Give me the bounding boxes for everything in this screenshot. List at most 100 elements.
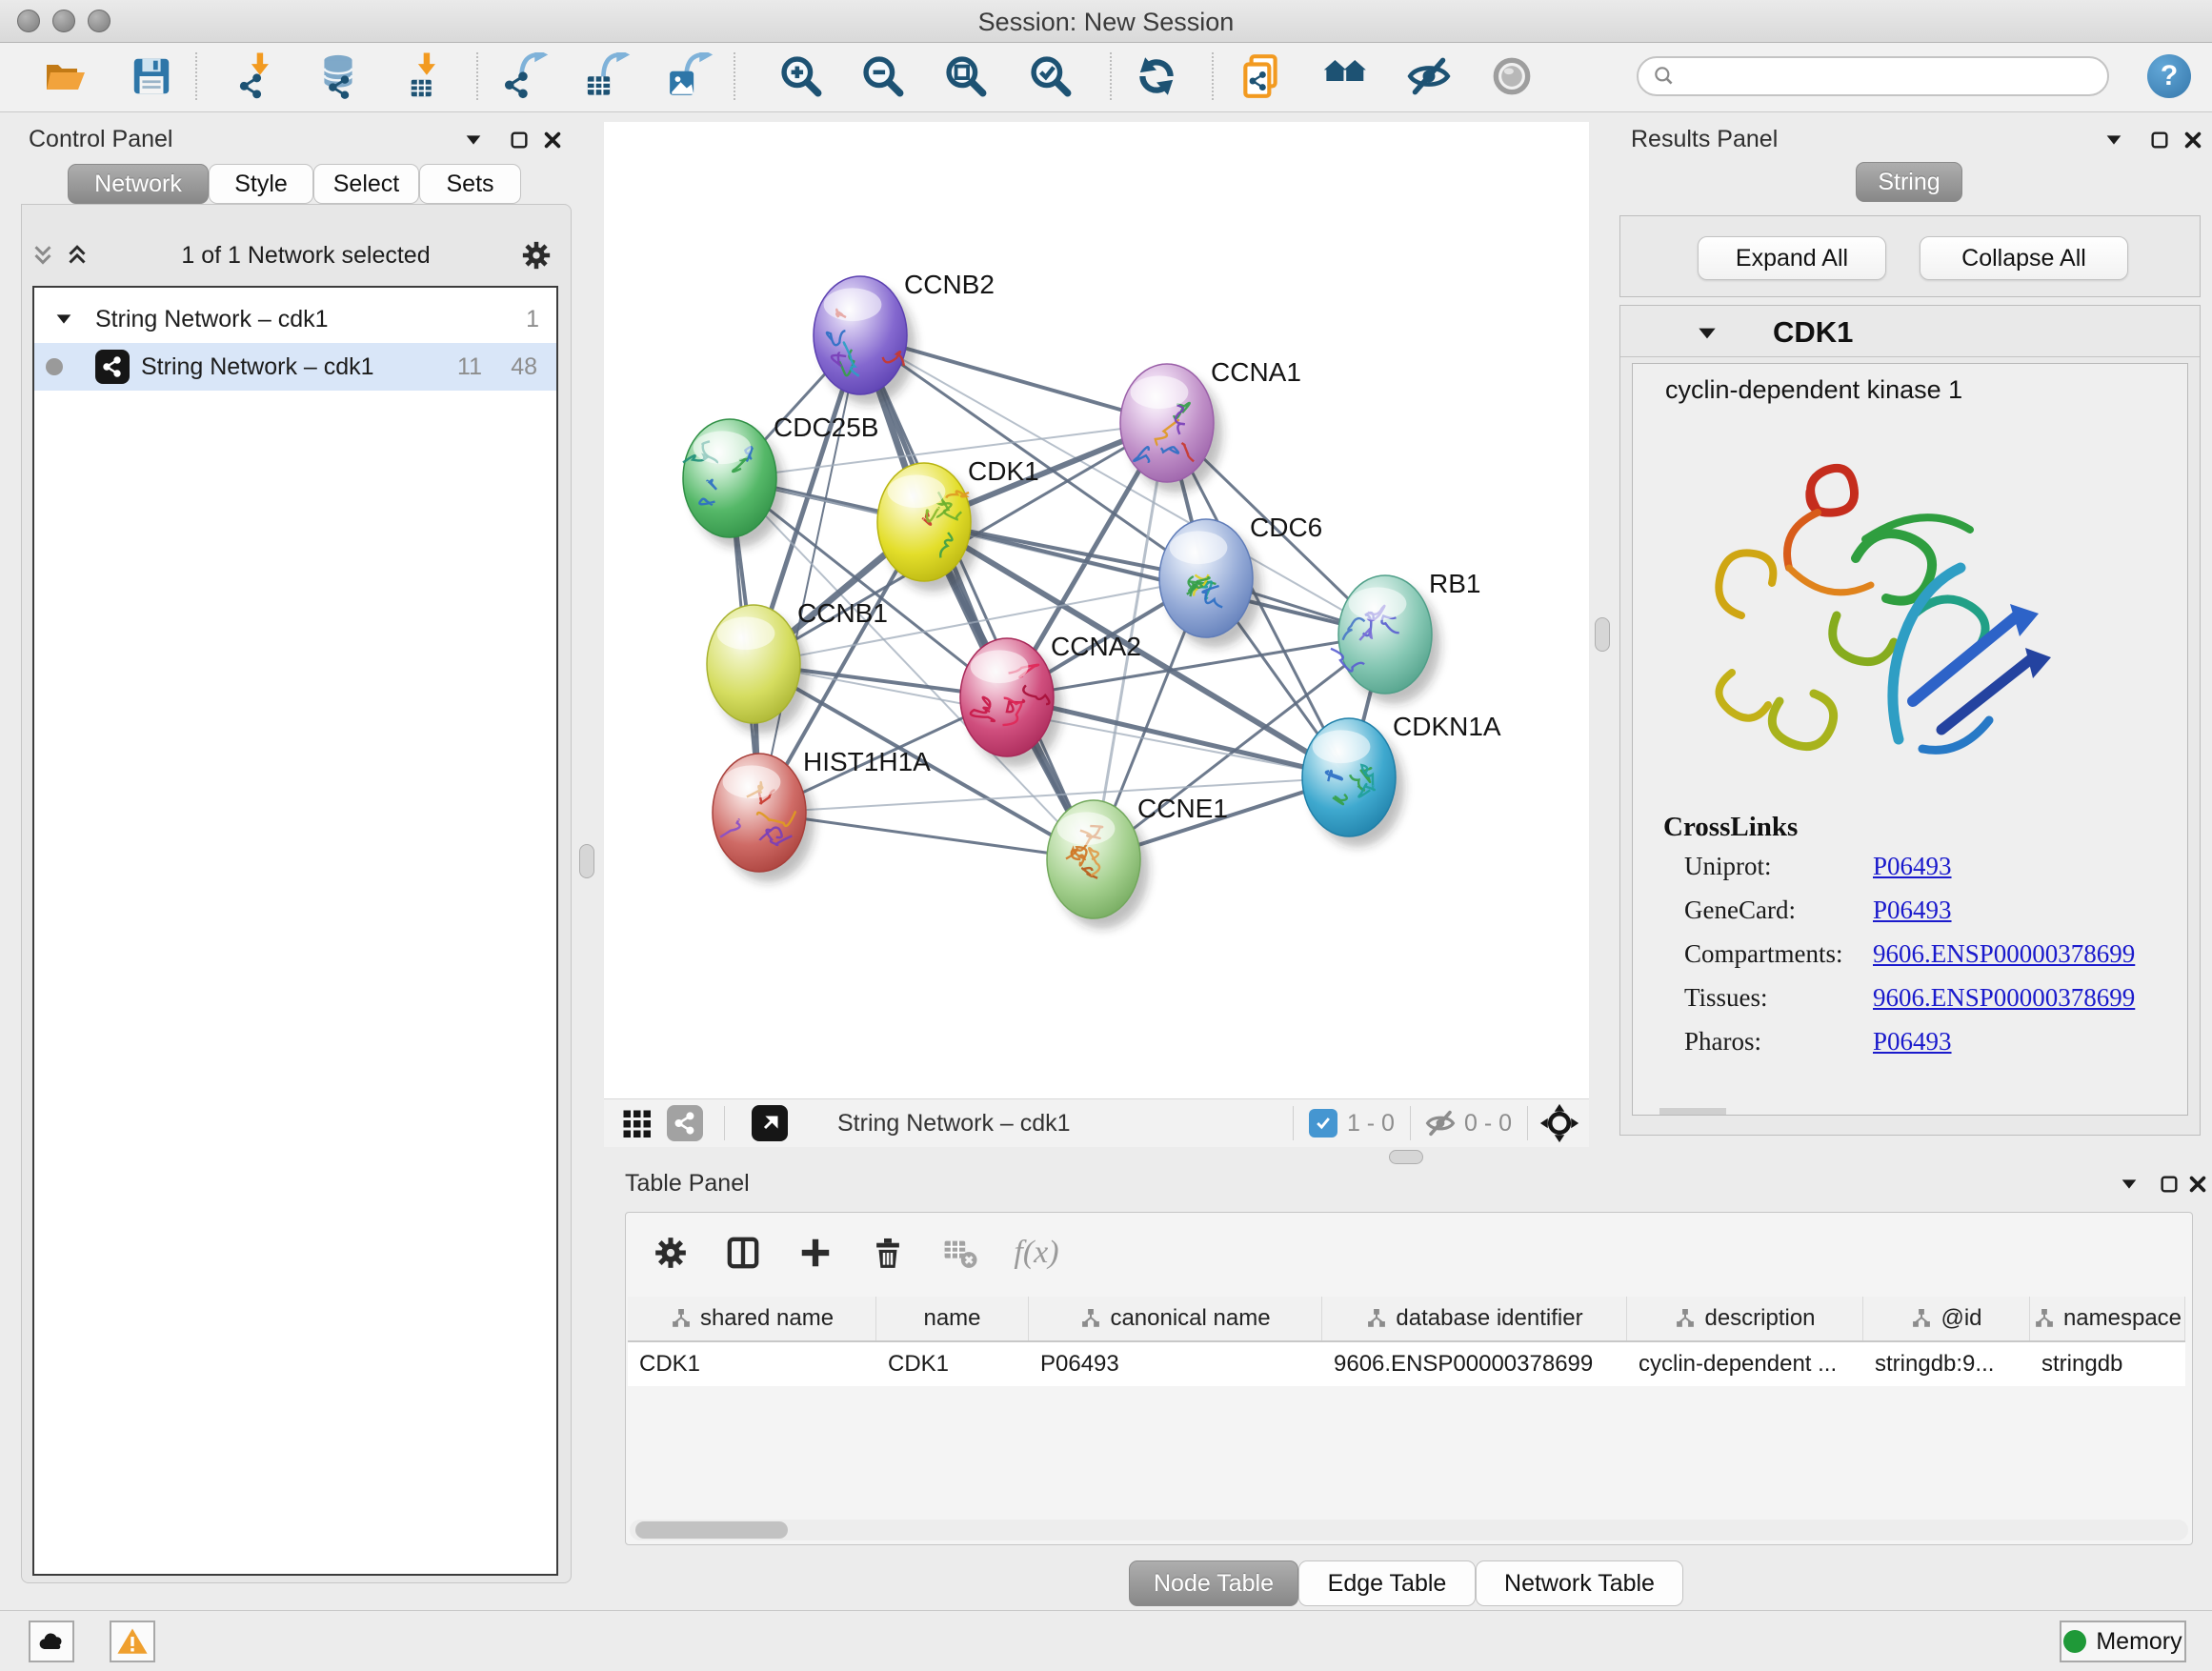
crosslink-link[interactable]: P06493 — [1873, 896, 1952, 925]
column-header-description[interactable]: description — [1627, 1297, 1863, 1340]
tab-node-table[interactable]: Node Table — [1129, 1560, 1298, 1606]
network-node[interactable]: RB1 — [1331, 569, 1480, 704]
import-network-icon[interactable] — [231, 49, 287, 104]
tab-string[interactable]: String — [1856, 162, 1962, 202]
control-panel-collapse-icon[interactable] — [459, 126, 488, 154]
network-node[interactable]: CCNA1 — [1120, 357, 1301, 493]
protein-collapse-icon[interactable] — [1695, 321, 1719, 346]
show-columns-icon[interactable] — [712, 1221, 774, 1284]
tab-edge-table[interactable]: Edge Table — [1298, 1560, 1476, 1606]
tab-network[interactable]: Network — [68, 164, 209, 204]
clone-network-icon[interactable] — [1234, 49, 1289, 104]
bottom-splitter-handle[interactable] — [1389, 1150, 1423, 1164]
network-row[interactable]: String Network – cdk1 11 48 — [34, 343, 556, 391]
tab-style[interactable]: Style — [209, 164, 313, 204]
tab-network-table[interactable]: Network Table — [1476, 1560, 1683, 1606]
import-database-icon[interactable] — [311, 49, 366, 104]
table-cell[interactable]: stringdb:9... — [1863, 1342, 2030, 1386]
selected-nodes-checkbox[interactable] — [1309, 1109, 1337, 1137]
collapse-all-icon[interactable] — [29, 241, 57, 270]
first-neighbors-icon[interactable] — [1318, 49, 1374, 104]
table-cell[interactable]: cyclin-dependent ... — [1627, 1342, 1863, 1386]
open-session-icon[interactable] — [38, 49, 93, 104]
table-cell[interactable]: 9606.ENSP00000378699 — [1322, 1342, 1627, 1386]
export-network-icon[interactable] — [498, 49, 553, 104]
network-edge[interactable] — [759, 335, 860, 813]
network-node[interactable]: CDK1 — [877, 456, 1039, 592]
expand-all-button[interactable]: Expand All — [1698, 236, 1886, 280]
zoom-fit-icon[interactable] — [938, 49, 994, 104]
network-node[interactable]: CCNB1 — [707, 598, 888, 734]
column-header--id[interactable]: @id — [1863, 1297, 2030, 1340]
network-edge[interactable] — [860, 335, 1094, 859]
crosslink-link[interactable]: 9606.ENSP00000378699 — [1873, 983, 2135, 1013]
tab-select[interactable]: Select — [313, 164, 419, 204]
zoom-in-icon[interactable] — [774, 49, 829, 104]
current-network-name: String Network – cdk1 — [837, 1110, 1071, 1137]
help-button[interactable]: ? — [2147, 54, 2191, 98]
table-cell[interactable]: CDK1 — [628, 1342, 876, 1386]
zoom-selected-icon[interactable] — [1023, 49, 1078, 104]
network-canvas[interactable]: CCNB2 CCNA1 CDC25BCDK1 CDC6RB1 CCNB1 CCNA2 CDK… — [604, 122, 1589, 1098]
column-header-name[interactable]: name — [876, 1297, 1029, 1340]
refresh-icon[interactable] — [1129, 49, 1184, 104]
table-horizontal-scrollbar[interactable] — [630, 1520, 2188, 1540]
export-image-icon[interactable] — [663, 49, 718, 104]
network-node[interactable]: CCNA2 — [960, 632, 1141, 767]
save-session-icon[interactable] — [124, 49, 179, 104]
collapse-all-button[interactable]: Collapse All — [1920, 236, 2128, 280]
table-panel-float-icon[interactable] — [2155, 1170, 2183, 1198]
results-panel-collapse-icon[interactable] — [2100, 126, 2128, 154]
table-row[interactable]: CDK1CDK1P064939606.ENSP00000378699cyclin… — [628, 1342, 2185, 1386]
column-header-canonical-name[interactable]: canonical name — [1029, 1297, 1322, 1340]
search-input[interactable] — [1677, 62, 2081, 91]
table-cell[interactable]: CDK1 — [876, 1342, 1029, 1386]
column-header-shared-name[interactable]: shared name — [628, 1297, 876, 1340]
table-panel-close-icon[interactable] — [2183, 1170, 2212, 1198]
fit-content-crosshair-icon[interactable] — [1539, 1103, 1579, 1143]
control-panel-close-icon[interactable] — [538, 126, 567, 154]
zoom-out-icon[interactable] — [855, 49, 911, 104]
table-cell[interactable]: stringdb — [2030, 1342, 2185, 1386]
crosslink-link[interactable]: 9606.ENSP00000378699 — [1873, 939, 2135, 969]
right-splitter-handle[interactable] — [1595, 617, 1610, 652]
warnings-button[interactable] — [110, 1621, 155, 1662]
show-all-icon[interactable] — [1484, 49, 1539, 104]
network-node[interactable]: CDC6 — [1159, 513, 1322, 648]
memory-button[interactable]: Memory — [2060, 1621, 2186, 1662]
network-node[interactable]: CDC25B — [683, 413, 878, 548]
network-node[interactable]: CCNB2 — [814, 270, 995, 405]
scrollbar-thumb[interactable] — [635, 1521, 788, 1539]
cloud-status-button[interactable] — [29, 1621, 74, 1662]
results-panel-float-icon[interactable] — [2145, 126, 2174, 154]
birds-eye-view-icon[interactable] — [752, 1105, 788, 1141]
crosslink-link[interactable]: P06493 — [1873, 852, 1952, 881]
network-node[interactable]: HIST1H1A — [713, 747, 931, 882]
results-panel-close-icon[interactable] — [2179, 126, 2207, 154]
delete-column-trash-icon[interactable] — [856, 1221, 919, 1284]
export-table-icon[interactable] — [580, 49, 635, 104]
network-node[interactable]: CDKN1A — [1302, 712, 1501, 847]
memory-label: Memory — [2096, 1628, 2182, 1656]
protein-name: CDK1 — [1773, 315, 1853, 350]
table-cell[interactable]: P06493 — [1029, 1342, 1322, 1386]
left-splitter-handle[interactable] — [579, 844, 594, 878]
create-column-plus-icon[interactable] — [784, 1221, 847, 1284]
column-header-database-identifier[interactable]: database identifier — [1322, 1297, 1627, 1340]
table-options-gear-icon[interactable] — [639, 1221, 702, 1284]
hide-selected-icon[interactable] — [1401, 49, 1457, 104]
control-panel-float-icon[interactable] — [505, 126, 533, 154]
collection-expander-icon[interactable] — [53, 309, 74, 330]
string-view-icon[interactable] — [667, 1105, 703, 1141]
grid-view-icon[interactable] — [619, 1106, 654, 1140]
network-collection-row[interactable]: String Network – cdk1 1 — [34, 295, 556, 343]
network-node[interactable]: CCNE1 — [1047, 794, 1228, 929]
crosslink-link[interactable]: P06493 — [1873, 1027, 1952, 1057]
network-options-gear-icon[interactable] — [520, 239, 553, 272]
import-table-icon[interactable] — [398, 49, 453, 104]
column-header-namespace[interactable]: namespace — [2030, 1297, 2185, 1340]
tab-sets[interactable]: Sets — [419, 164, 521, 204]
table-panel-collapse-icon[interactable] — [2115, 1170, 2143, 1198]
expand-all-icon[interactable] — [63, 241, 91, 270]
column-header-label: name — [923, 1305, 980, 1332]
